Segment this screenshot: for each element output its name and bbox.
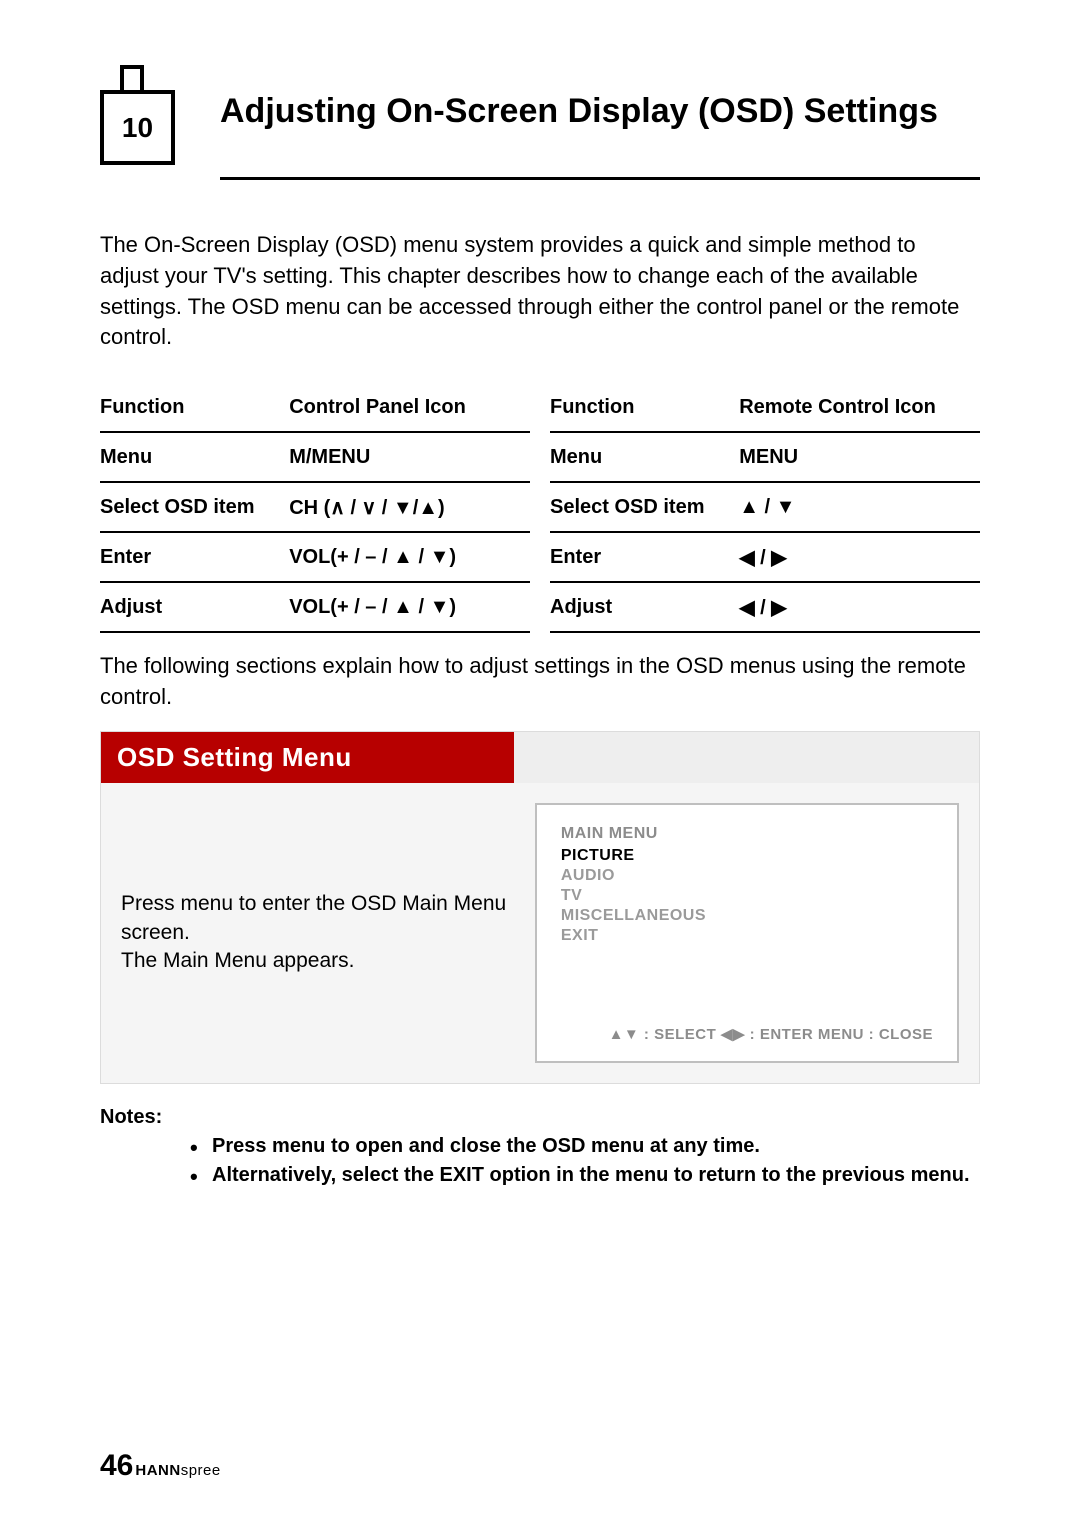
table-row: Adjust ◀ / ▶ (550, 583, 980, 633)
intro-paragraph: The On-Screen Display (OSD) menu system … (100, 230, 980, 353)
table-header-row: Function Remote Control Icon (550, 383, 980, 433)
col-control-panel-icon: Control Panel Icon (289, 396, 530, 419)
note-item: Press menu to open and close the OSD men… (190, 1133, 980, 1160)
control-panel-table: Function Control Panel Icon Menu M/MENU … (100, 383, 530, 633)
following-paragraph: The following sections explain how to ad… (100, 651, 980, 713)
cell-icon: CH (∧ / ∨ / ▼/▲) (289, 495, 530, 520)
osd-instruction-line1: Press menu to enter the OSD Main Menu sc… (121, 892, 506, 943)
table-row: Select OSD item CH (∧ / ∨ / ▼/▲) (100, 483, 530, 533)
cell-icon: MENU (739, 446, 980, 469)
cell-function: Menu (100, 446, 289, 469)
osd-menu-item-exit: EXIT (561, 927, 933, 945)
notes-list: Press menu to open and close the OSD men… (190, 1133, 980, 1189)
osd-menu-list: MAIN MENU PICTURE AUDIO TV MISCELLANEOUS… (561, 825, 933, 947)
notes-block: Notes: Press menu to open and close the … (100, 1106, 980, 1189)
chapter-title: Adjusting On-Screen Display (OSD) Settin… (220, 90, 938, 133)
table-header-row: Function Control Panel Icon (100, 383, 530, 433)
table-row: Adjust VOL(+ / – / ▲ / ▼) (100, 583, 530, 633)
cell-function: Adjust (100, 596, 289, 619)
cell-icon: ▲ / ▼ (739, 496, 980, 519)
cell-function: Enter (100, 546, 289, 569)
chapter-number-box: 10 (100, 90, 175, 165)
table-row: Menu M/MENU (100, 433, 530, 483)
table-row: Enter VOL(+ / – / ▲ / ▼) (100, 533, 530, 583)
note-item: Alternatively, select the EXIT option in… (190, 1162, 980, 1189)
remote-control-table: Function Remote Control Icon Menu MENU S… (550, 383, 980, 633)
osd-main-menu-panel: MAIN MENU PICTURE AUDIO TV MISCELLANEOUS… (535, 803, 959, 1063)
osd-header-row: OSD Setting Menu (101, 732, 979, 783)
cell-function: Enter (550, 546, 739, 569)
brand-logo: HANNspree (135, 1462, 220, 1479)
osd-menu-item-audio: AUDIO (561, 867, 933, 885)
table-row: Enter ◀ / ▶ (550, 533, 980, 583)
brand-part2: spree (181, 1462, 221, 1479)
osd-body: Press menu to enter the OSD Main Menu sc… (101, 783, 979, 1083)
table-row: Select OSD item ▲ / ▼ (550, 483, 980, 533)
page: 10 Adjusting On-Screen Display (OSD) Set… (0, 0, 1080, 1529)
chapter-tab-decoration (120, 65, 144, 90)
cell-icon: VOL(+ / – / ▲ / ▼) (289, 596, 530, 619)
cell-function: Select OSD item (100, 496, 289, 519)
cell-function: Menu (550, 446, 739, 469)
osd-heading: OSD Setting Menu (101, 732, 514, 783)
cell-icon: M/MENU (289, 446, 530, 469)
function-tables: Function Control Panel Icon Menu M/MENU … (100, 383, 980, 633)
col-function: Function (100, 396, 289, 419)
chapter-header: 10 Adjusting On-Screen Display (OSD) Set… (100, 80, 980, 180)
osd-menu-title: MAIN MENU (561, 825, 933, 843)
osd-menu-item-misc: MISCELLANEOUS (561, 907, 933, 925)
cell-icon: ◀ / ▶ (739, 595, 980, 620)
osd-hint-line: ▲▼ : SELECT ◀▶ : ENTER MENU : CLOSE (561, 1025, 933, 1043)
chapter-title-block: Adjusting On-Screen Display (OSD) Settin… (220, 80, 980, 180)
cell-function: Select OSD item (550, 496, 739, 519)
osd-instruction-text: Press menu to enter the OSD Main Menu sc… (121, 890, 515, 975)
osd-header-spacer (514, 732, 979, 783)
cell-icon: VOL(+ / – / ▲ / ▼) (289, 546, 530, 569)
notes-heading: Notes: (100, 1106, 162, 1128)
brand-part1: HANN (135, 1462, 180, 1479)
osd-setting-block: OSD Setting Menu Press menu to enter the… (100, 731, 980, 1084)
page-footer: 46 HANNspree (100, 1449, 221, 1483)
col-remote-control-icon: Remote Control Icon (739, 396, 980, 419)
osd-instructions: Press menu to enter the OSD Main Menu sc… (121, 803, 515, 1063)
cell-function: Adjust (550, 596, 739, 619)
col-function: Function (550, 396, 739, 419)
cell-icon: ◀ / ▶ (739, 545, 980, 570)
osd-menu-item-picture: PICTURE (561, 847, 933, 865)
page-number: 46 (100, 1449, 133, 1483)
osd-instruction-line2: The Main Menu appears. (121, 949, 354, 972)
chapter-number: 10 (122, 112, 153, 144)
osd-menu-item-tv: TV (561, 887, 933, 905)
table-row: Menu MENU (550, 433, 980, 483)
